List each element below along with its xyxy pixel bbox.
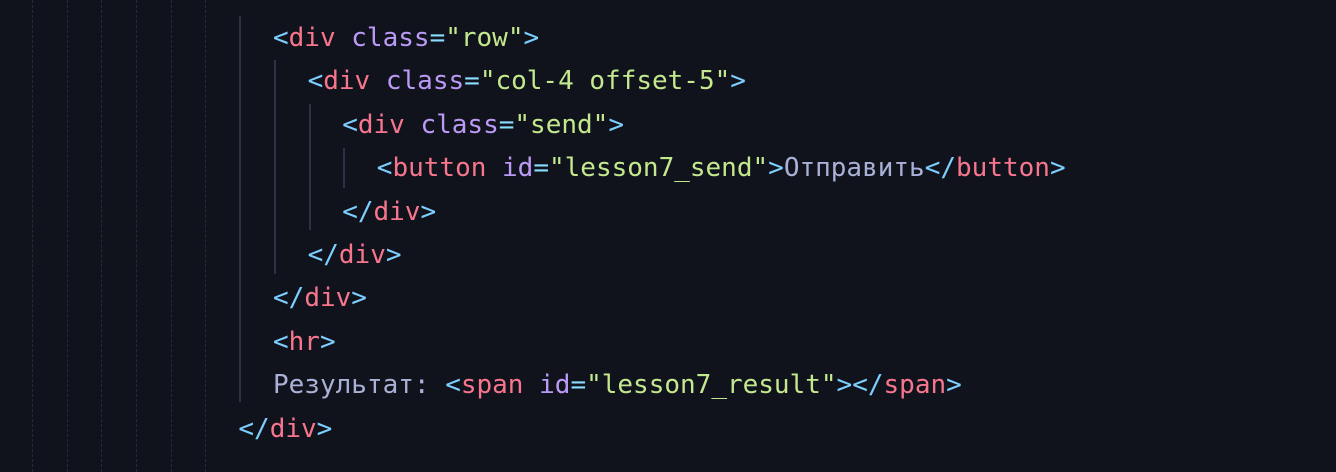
code-token-tag: span (883, 370, 947, 401)
code-token-bracket: > (730, 66, 746, 97)
code-token-text: Отправить (783, 153, 925, 184)
code-line[interactable]: <div class="send"> (342, 103, 624, 147)
indent-guide (32, 0, 33, 472)
code-token-attribute: class (420, 109, 499, 140)
code-token-operator: = (533, 153, 549, 184)
code-token-string: "send" (514, 109, 609, 140)
code-token-bracket: > (351, 283, 367, 314)
code-token-tag: div (373, 196, 421, 227)
code-token-attribute: class (351, 23, 430, 53)
code-token-bracket: > (946, 370, 962, 401)
code-token-text: Результат: (273, 370, 446, 401)
code-token-bracket: < (342, 109, 358, 140)
code-token-attribute: class (385, 66, 465, 97)
code-line[interactable]: </div> (308, 233, 402, 277)
code-line[interactable]: </div> (273, 276, 367, 320)
code-token-bracket: > (1049, 153, 1066, 184)
code-token-attribute: id (539, 370, 571, 401)
code-token-tag: div (269, 413, 317, 444)
code-line[interactable]: <hr> (273, 320, 336, 364)
indent-guide-active (343, 148, 345, 188)
code-line[interactable]: </div> (238, 407, 332, 451)
indent-guide-active (309, 104, 311, 230)
code-token-bracket: > (319, 326, 336, 357)
indent-guide (171, 0, 172, 472)
code-editor[interactable]: <div class="row"> <div class="col-4 offse… (0, 0, 1336, 472)
code-token-tag: span (460, 370, 524, 401)
code-token-string: "col-4 offset-5" (479, 66, 731, 97)
indent-guide (136, 0, 137, 472)
code-token-bracket: </ (307, 240, 339, 270)
code-token-bracket: </ (238, 413, 270, 444)
code-token-operator: = (570, 370, 587, 401)
code-token-bracket: < (445, 370, 461, 401)
code-token-bracket: </ (273, 283, 305, 314)
code-token-bracket: > (836, 370, 853, 401)
code-token-string: "lesson7_send" (549, 153, 769, 184)
code-token-bracket: > (385, 240, 402, 270)
code-token-tag: div (338, 240, 386, 270)
code-token-bracket: < (307, 66, 324, 97)
indent-guide (205, 0, 206, 472)
code-token-bracket: < (376, 153, 393, 184)
code-line[interactable]: <div class="row"> (273, 16, 539, 60)
code-token-bracket: > (523, 23, 540, 53)
code-token-bracket: > (608, 109, 624, 140)
code-token-bracket: > (768, 153, 784, 184)
code-token-bracket: </ (924, 153, 957, 184)
code-token-bracket: > (420, 196, 437, 227)
code-token-tag: button (392, 153, 487, 184)
code-token-operator: = (429, 23, 446, 53)
code-token-bracket: < (273, 326, 289, 357)
code-line[interactable]: </div> (342, 190, 436, 234)
code-token-operator: = (464, 66, 480, 97)
code-token-bracket: > (316, 413, 333, 444)
code-token-string: "lesson7_result" (586, 370, 837, 401)
code-token-bracket: </ (342, 196, 374, 227)
code-token-tag: div (288, 23, 336, 53)
code-token-bracket: < (273, 23, 289, 53)
code-token-attribute: id (502, 153, 534, 184)
code-token-tag: div (357, 109, 405, 140)
code-token-tag: button (956, 153, 1050, 184)
code-token-bracket: </ (852, 370, 884, 401)
indent-guide (101, 0, 102, 472)
code-line[interactable]: <div class="col-4 offset-5"> (308, 59, 746, 103)
code-token-tag: hr (288, 326, 320, 357)
indent-guide-active (274, 60, 276, 274)
code-token-tag: div (304, 283, 352, 314)
indent-guide-active (239, 16, 241, 402)
indent-guide (67, 0, 68, 472)
code-token-tag: div (323, 66, 371, 97)
code-line[interactable]: Результат: <span id="lesson7_result"></s… (273, 363, 962, 407)
code-line[interactable]: <button id="lesson7_send">Отправить</but… (377, 146, 1066, 190)
code-token-string: "row" (445, 23, 524, 53)
code-token-operator: = (498, 109, 515, 140)
